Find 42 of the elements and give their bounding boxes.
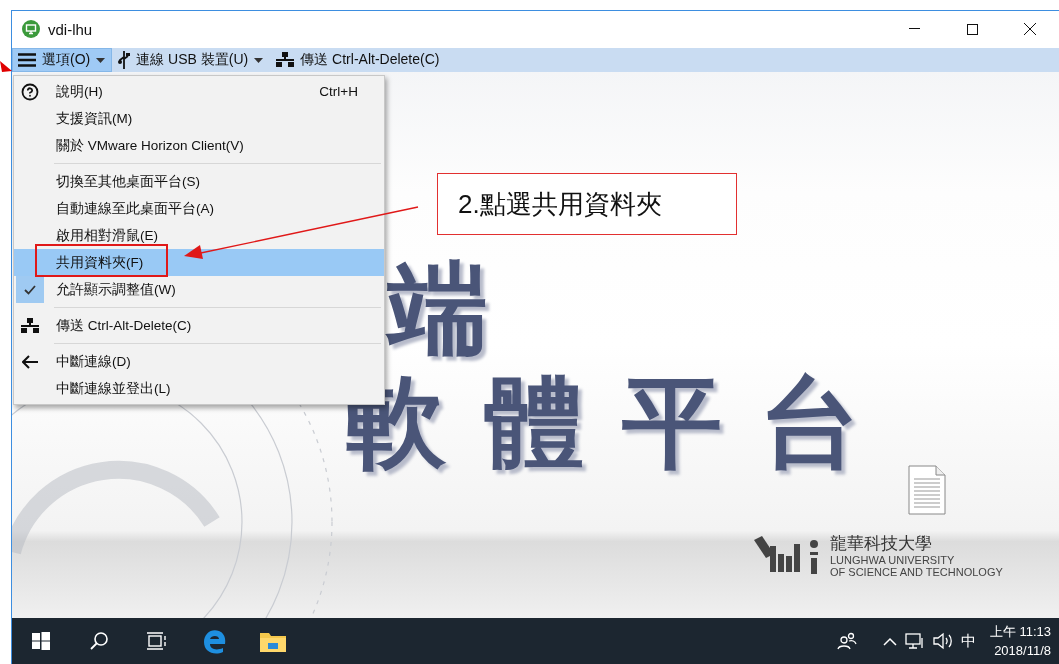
toolbar-menu[interactable]: 選項(O) (12, 48, 113, 72)
input-method-indicator[interactable]: 中 (960, 631, 976, 651)
caret-icon (96, 57, 106, 63)
university-english-name: OF SCIENCE AND TECHNOLOGY (830, 566, 1003, 578)
university-name: 龍華科技大學 (830, 534, 933, 554)
menu-item[interactable]: 啟用相對滑鼠(E) (14, 222, 384, 249)
menu-item[interactable]: 中斷連線並登出(L) (14, 375, 384, 402)
people-icon[interactable] (836, 632, 857, 650)
task-view-icon (147, 632, 167, 650)
menu-item[interactable]: 共用資料夾(F) (14, 249, 384, 276)
maximize-icon (966, 23, 978, 35)
menu-item[interactable]: 中斷連線(D) (14, 348, 384, 375)
minimize-icon (908, 28, 920, 30)
menu-item[interactable]: 傳送 Ctrl-Alt-Delete(C) (14, 312, 384, 339)
menu-item[interactable]: 說明(H) Ctrl+H (14, 78, 384, 105)
menu-item[interactable]: 支援資訊(M) (14, 105, 384, 132)
windows-logo-icon (32, 632, 50, 650)
window-title: vdi-lhu (48, 20, 94, 38)
close-icon (1024, 23, 1036, 35)
help-icon (21, 82, 39, 101)
menu-item[interactable]: 關於 VMware Horizon Client(V) (14, 132, 384, 159)
speaker-icon[interactable] (932, 632, 953, 650)
app-icon (22, 20, 40, 38)
caret-icon (254, 57, 264, 63)
clock[interactable]: 上午 11:13 2018/11/8 (989, 622, 1051, 660)
university-english-name: LUNGHWA UNIVERSITY (830, 554, 956, 566)
chevron-up-icon[interactable] (882, 636, 897, 646)
back-arrow-icon (22, 354, 38, 369)
network-icon (21, 317, 39, 334)
annotation-text: 2.點選共用資料夾 (458, 187, 662, 221)
monitor-icon[interactable] (904, 632, 925, 650)
menu-item[interactable]: 切換至其他桌面平台(S) (14, 168, 384, 195)
toolbar-menu[interactable]: 連線 USB 裝置(U) (112, 48, 271, 72)
search-icon (89, 631, 109, 651)
usb-icon (118, 51, 131, 69)
menu-item[interactable]: 允許顯示調整值(W) (14, 276, 384, 303)
toolbar-button[interactable]: 傳送 Ctrl-Alt-Delete(C) (270, 48, 447, 72)
checkmark-icon (24, 284, 36, 295)
menu-icon (18, 53, 36, 67)
menu-item[interactable]: 自動連線至此桌面平台(A) (14, 195, 384, 222)
document-icon (908, 465, 946, 515)
network-icon (276, 52, 295, 68)
